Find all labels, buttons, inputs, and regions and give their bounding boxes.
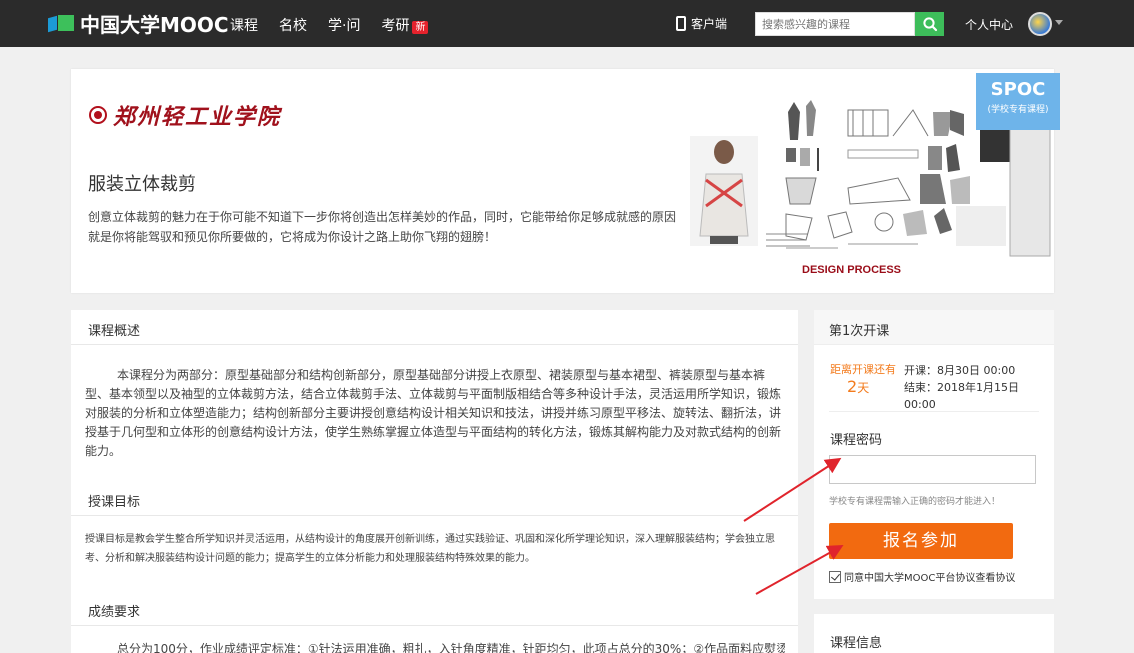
spoc-sublabel: (学校专有课程)	[987, 105, 1049, 115]
session-heading: 第1次开课	[814, 310, 1054, 345]
course-description: 创意立体裁剪的魅力在于你可能不知道下一步你将创造出怎样美妙的作品，同时，它能带给…	[88, 210, 677, 244]
search-input[interactable]	[756, 13, 914, 36]
nav-courses[interactable]: 课程	[230, 15, 258, 35]
countdown-value: 2	[847, 377, 858, 396]
chevron-down-icon[interactable]	[1055, 20, 1063, 25]
course-hero-card: 郑州轻工业学院 服装立体裁剪 创意立体裁剪的魅力在于你可能不知道下一步你将创造出…	[71, 69, 1060, 293]
mooc-logo-icon	[48, 13, 76, 33]
password-hint: 学校专有课程需输入正确的密码才能进入！	[829, 497, 1001, 507]
school-name: 郑州轻工业学院	[113, 104, 282, 130]
client-label: 客户端	[691, 17, 728, 31]
password-field-wrapper	[829, 455, 1036, 484]
enroll-panel: 第1次开课 距离开课还有 2天 开课：8月30日 00:00 结束：2018年1…	[814, 310, 1054, 599]
main-nav: 课程 名校 学·问 考研新	[230, 15, 449, 35]
school-seal-icon	[89, 106, 107, 124]
top-nav-bar: 中国大学MOOC 课程 名校 学·问 考研新 客户端 个人中心	[0, 0, 1134, 47]
countdown: 2天	[847, 377, 869, 396]
spoc-label: SPOC	[990, 79, 1046, 100]
search-icon	[922, 17, 937, 32]
avatar[interactable]	[1028, 12, 1052, 36]
goals-heading: 授课目标	[71, 481, 798, 516]
goals-body: 授课目标是教会学生整合所学知识并灵活运用，从结构设计的角度展开创新训练，通过实践…	[85, 534, 775, 564]
countdown-unit: 天	[857, 381, 870, 395]
overview-body: 本课程分为两部分：原型基础部分和结构创新部分，原型基础部分讲授上衣原型、裙装原型…	[85, 368, 782, 458]
course-title: 服装立体裁剪	[88, 174, 196, 195]
end-date: 结束：2018年1月15日 00:00	[904, 381, 1019, 411]
grading-body: 总分为100分，作业成绩评定标准：①针法运用准确，粗扎，入针角度精准，针距均匀，…	[117, 642, 785, 653]
nav-kaoyan-label: 考研	[381, 18, 410, 34]
agree-checkbox[interactable]	[829, 570, 841, 583]
new-badge: 新	[412, 21, 429, 34]
school-logo: 郑州轻工业学院	[89, 99, 281, 131]
course-info-panel: 课程信息	[814, 614, 1054, 653]
course-details-card: 课程概述 本课程分为两部分：原型基础部分和结构创新部分，原型基础部分讲授上衣原型…	[71, 310, 798, 653]
start-date: 开课：8月30日 00:00	[904, 364, 1016, 377]
phone-icon	[676, 16, 686, 31]
divider	[829, 411, 1039, 412]
course-info-title: 课程信息	[830, 636, 883, 651]
agreement-label[interactable]: 同意中国大学MOOC平台协议查看协议	[844, 569, 1015, 584]
nav-kaoyan[interactable]: 考研新	[381, 15, 429, 35]
user-center-link[interactable]: 个人中心	[965, 16, 1013, 33]
enroll-button[interactable]: 报名参加	[829, 523, 1013, 559]
overview-heading: 课程概述	[71, 310, 798, 345]
countdown-label: 距离开课还有	[830, 363, 896, 376]
password-input[interactable]	[830, 456, 1035, 483]
search-button[interactable]	[915, 12, 944, 36]
agreement: 同意中国大学MOOC平台协议查看协议	[829, 569, 1015, 584]
nav-qa[interactable]: 学·问	[328, 15, 360, 35]
password-title: 课程密码	[830, 433, 883, 448]
search-box	[755, 12, 915, 36]
cover-caption: DESIGN PROCESS	[802, 264, 902, 276]
grading-heading: 成绩要求	[71, 591, 798, 626]
client-download[interactable]: 客户端	[676, 15, 727, 32]
mooc-logo[interactable]: 中国大学MOOC	[48, 11, 229, 37]
logo-text: 中国大学MOOC	[80, 12, 229, 37]
course-dates: 开课：8月30日 00:00 结束：2018年1月15日 00:00	[904, 362, 1054, 413]
spoc-badge: SPOC (学校专有课程)	[976, 73, 1060, 130]
nav-schools[interactable]: 名校	[279, 15, 307, 35]
